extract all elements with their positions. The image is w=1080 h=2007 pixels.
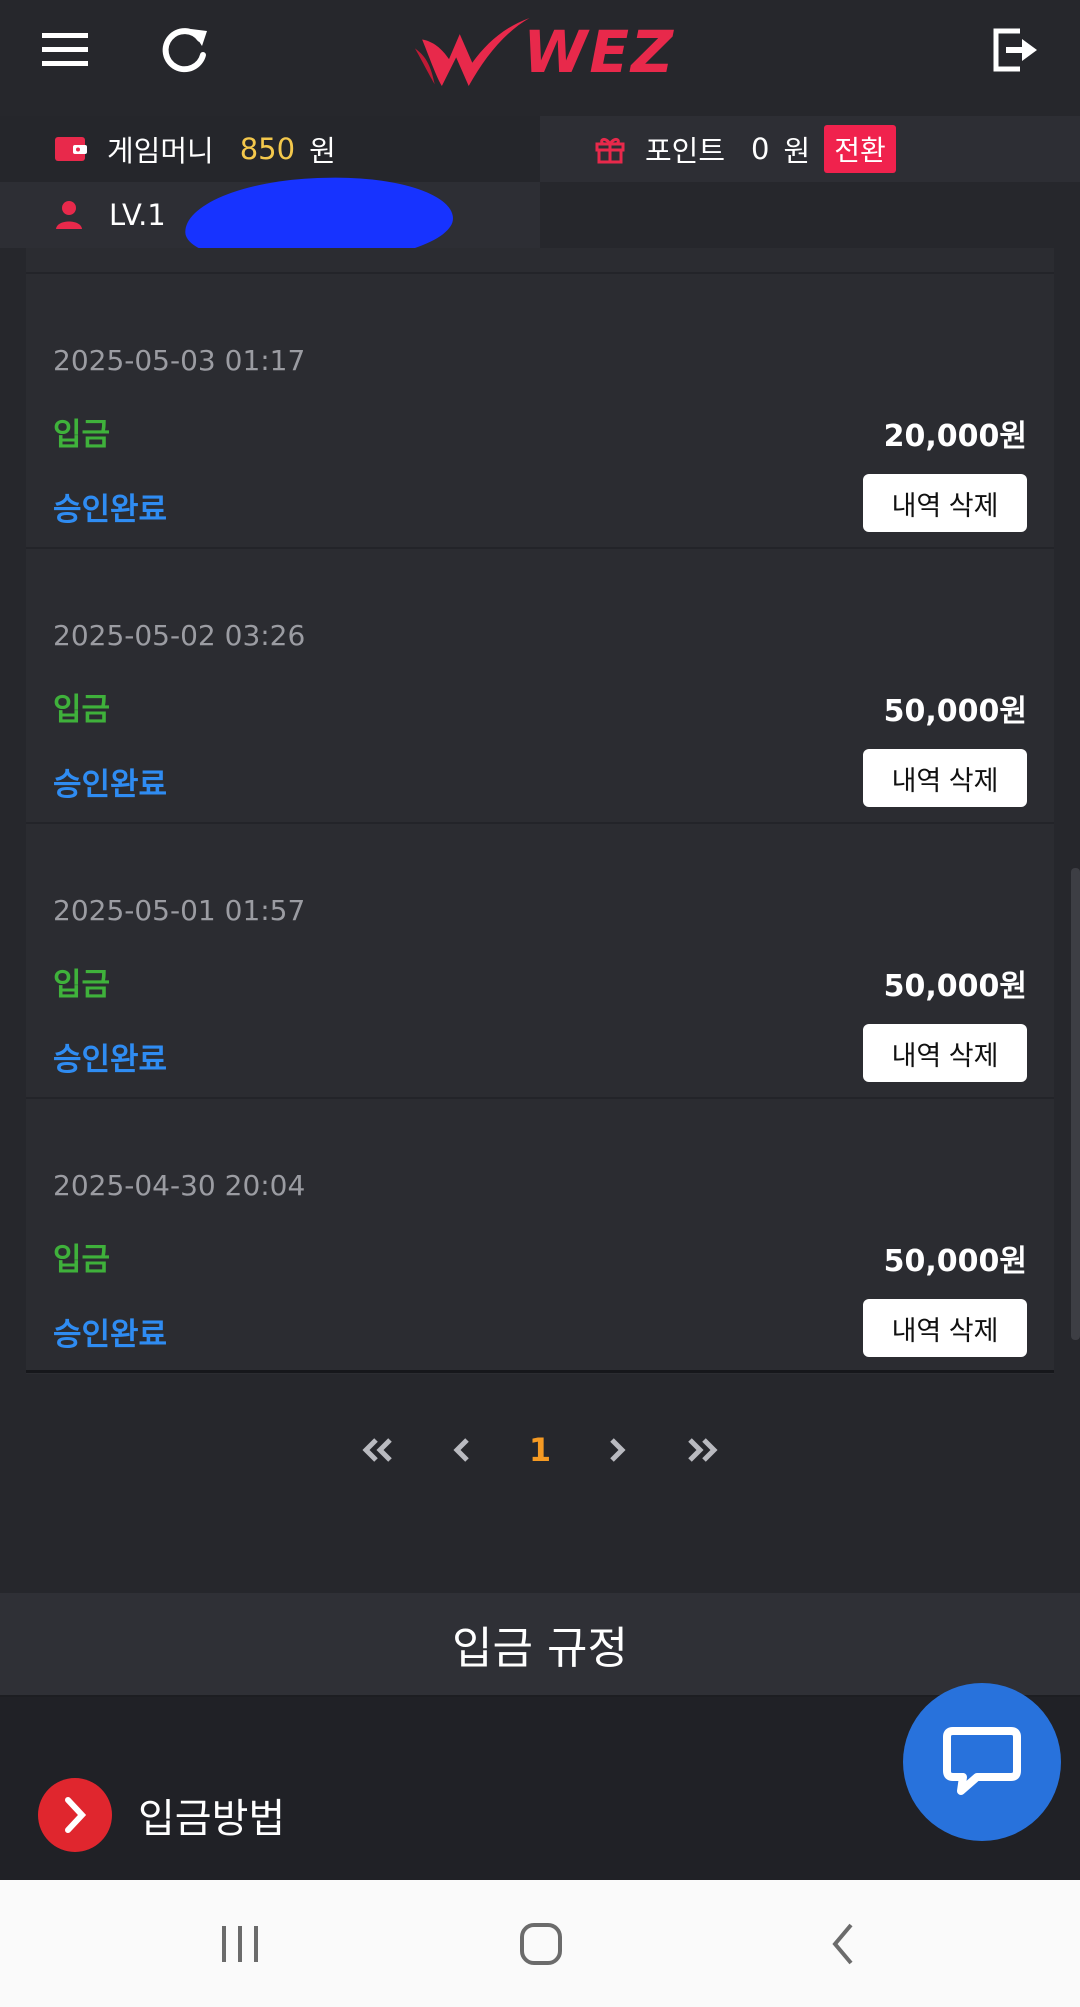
transaction-status: 승인완료 bbox=[53, 1042, 168, 1078]
transaction-status: 승인완료 bbox=[53, 492, 168, 528]
user-icon bbox=[56, 201, 82, 229]
logout-icon bbox=[993, 28, 1037, 72]
method-arrow-button[interactable] bbox=[38, 1778, 112, 1852]
transaction-type: 입금 bbox=[53, 1242, 111, 1278]
transaction-amount: 50,000원 bbox=[883, 969, 1027, 1004]
double-chevron-right-icon bbox=[688, 1438, 718, 1462]
chat-support-button[interactable] bbox=[903, 1683, 1061, 1841]
home-button[interactable] bbox=[481, 1880, 601, 2007]
recent-apps-icon bbox=[222, 1925, 258, 1962]
deposit-method-label: 입금방법 bbox=[138, 1796, 286, 1842]
back-button[interactable] bbox=[783, 1880, 903, 2007]
wallet-bar: 게임머니 850 원 포인트 0 원 전환 bbox=[0, 116, 1080, 182]
game-money-label: 게임머니 bbox=[107, 134, 214, 168]
transaction-list: 2025-05-03 01:17 입금 20,000원 승인완료 내역 삭제 2… bbox=[26, 248, 1054, 1374]
home-icon bbox=[520, 1922, 562, 1965]
transaction-amount: 50,000원 bbox=[883, 694, 1027, 729]
chat-bubble-icon bbox=[943, 1727, 1021, 1795]
point-unit: 원 bbox=[783, 134, 811, 168]
back-icon bbox=[832, 1923, 853, 1964]
wallet-icon bbox=[55, 137, 87, 161]
user-level: LV.1 bbox=[109, 198, 166, 232]
transaction-status: 승인완료 bbox=[53, 767, 168, 803]
page-number-current[interactable]: 1 bbox=[525, 1420, 555, 1480]
deposit-method-item[interactable]: 입금방법 bbox=[38, 1778, 285, 1852]
chevron-right-icon bbox=[610, 1438, 626, 1462]
transaction-status: 승인완료 bbox=[53, 1317, 168, 1353]
point-cell: 포인트 0 원 전환 bbox=[540, 116, 1080, 182]
transaction-item: 2025-05-03 01:17 입금 20,000원 승인완료 내역 삭제 bbox=[26, 274, 1054, 549]
pagination: 1 bbox=[0, 1420, 1080, 1480]
logo-swoosh-icon bbox=[415, 17, 530, 87]
transaction-datetime: 2025-05-03 01:17 bbox=[53, 344, 306, 377]
refresh-icon bbox=[162, 28, 207, 73]
transaction-amount: 50,000원 bbox=[883, 1244, 1027, 1279]
transaction-type: 입금 bbox=[53, 692, 111, 728]
delete-history-button[interactable]: 내역 삭제 bbox=[863, 749, 1027, 807]
chevron-right-icon bbox=[65, 1797, 87, 1833]
list-bottom-divider bbox=[26, 1370, 1054, 1373]
game-money-unit: 원 bbox=[309, 134, 336, 168]
deposit-history-page: WEZ 게임머니 850 원 포인트 0 원 전환 LV.1 2025-05-0… bbox=[0, 0, 1080, 2007]
next-page-button[interactable] bbox=[602, 1420, 632, 1480]
delete-history-button[interactable]: 내역 삭제 bbox=[863, 474, 1027, 532]
chevron-left-icon bbox=[453, 1438, 469, 1462]
hamburger-menu-icon bbox=[42, 33, 88, 66]
transaction-item: 2025-05-02 03:26 입금 50,000원 승인완료 내역 삭제 bbox=[26, 549, 1054, 824]
menu-button[interactable] bbox=[30, 18, 100, 82]
delete-history-button[interactable]: 내역 삭제 bbox=[863, 1024, 1027, 1082]
page-scrollbar[interactable] bbox=[1071, 868, 1080, 1340]
transaction-datetime: 2025-05-02 03:26 bbox=[53, 619, 306, 652]
brand-logo[interactable]: WEZ bbox=[415, 8, 675, 96]
refresh-button[interactable] bbox=[150, 15, 220, 85]
system-navigation-bar bbox=[0, 1880, 1080, 2007]
top-header: WEZ bbox=[0, 0, 1080, 116]
logout-button[interactable] bbox=[975, 15, 1055, 85]
transaction-item: 2025-04-30 20:04 입금 50,000원 승인완료 내역 삭제 bbox=[26, 1099, 1054, 1374]
delete-history-button[interactable]: 내역 삭제 bbox=[863, 1299, 1027, 1357]
first-page-button[interactable] bbox=[358, 1420, 398, 1480]
double-chevron-left-icon bbox=[362, 1438, 392, 1462]
transaction-datetime: 2025-05-01 01:57 bbox=[53, 894, 306, 927]
game-money-value: 850 bbox=[239, 132, 296, 166]
gift-icon bbox=[595, 137, 625, 164]
deposit-rules-title: 입금 규정 bbox=[0, 1593, 1080, 1697]
point-label: 포인트 bbox=[645, 134, 726, 168]
transaction-type: 입금 bbox=[53, 967, 111, 1003]
convert-button[interactable]: 전환 bbox=[824, 125, 896, 173]
game-money-cell: 게임머니 850 원 bbox=[0, 116, 540, 182]
transaction-datetime: 2025-04-30 20:04 bbox=[53, 1169, 306, 1202]
prev-page-button[interactable] bbox=[447, 1420, 477, 1480]
transaction-type: 입금 bbox=[53, 417, 111, 453]
point-value: 0 bbox=[751, 132, 770, 166]
list-top-divider bbox=[26, 248, 1054, 274]
transaction-amount: 20,000원 bbox=[883, 419, 1027, 454]
recent-apps-button[interactable] bbox=[180, 1880, 300, 2007]
logo-text: WEZ bbox=[523, 18, 675, 86]
transaction-item: 2025-05-01 01:57 입금 50,000원 승인완료 내역 삭제 bbox=[26, 824, 1054, 1099]
last-page-button[interactable] bbox=[682, 1420, 722, 1480]
